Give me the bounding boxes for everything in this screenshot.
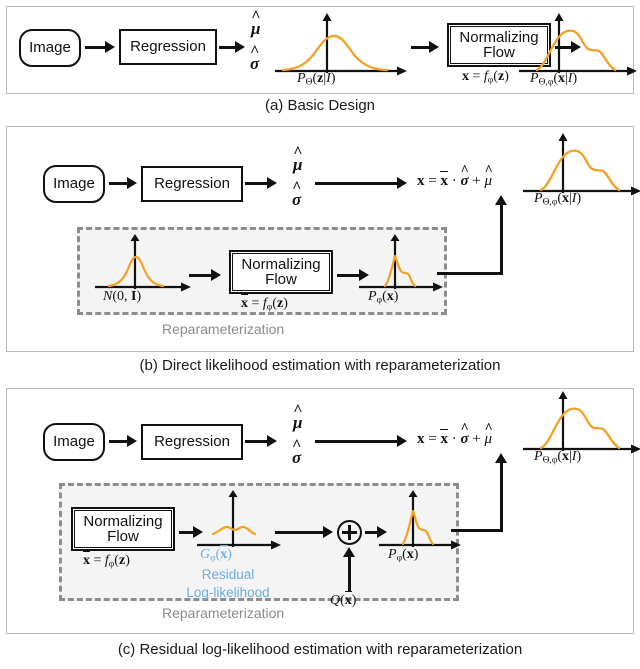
- label-reparam-equation-c: x = x · ^ σ + ^ μ: [417, 421, 493, 447]
- figure-canvas: Image Regression ^ μ ^ σ PΘ(z|I) Normali…: [0, 0, 640, 669]
- label-prior-normal-b: N(0, I): [103, 289, 142, 304]
- plot-curve-p-phi-xbar-c: [379, 490, 461, 550]
- arrowhead-regression-to-params-a: [235, 41, 245, 53]
- node-regression-b: Regression: [141, 166, 243, 202]
- arrow-plot-to-flow-a: [411, 46, 431, 49]
- label-sigma-hat-c: ^ σ: [292, 437, 302, 467]
- label-q-xbar-c: Q(x): [330, 590, 356, 609]
- node-regression-label-b: Regression: [154, 175, 230, 193]
- label-mu-hat-a: ^ μ: [251, 8, 261, 38]
- node-regression-c: Regression: [141, 424, 243, 460]
- label-mu-hat-b: ^ μ: [293, 144, 303, 174]
- label-flow-equation-b: x = fφ(z): [240, 293, 288, 313]
- label-plot-p-theta-phi-x-c: PΘ,φ(x|I): [534, 449, 582, 466]
- plot-p-theta-z-a: [275, 13, 407, 77]
- arrow-image-to-regression-b: [109, 182, 129, 185]
- arrowhead-params-to-reparam-b: [397, 177, 407, 189]
- arrowhead-g-to-plus-c: [323, 526, 333, 538]
- node-flow-label-line1-b: Normalizing: [241, 255, 321, 273]
- node-regression-label-c: Regression: [154, 433, 230, 451]
- plot-curve-p-theta-phi-x-b: [523, 133, 640, 196]
- arrow-prior-to-flow-b: [189, 274, 213, 277]
- arrowhead-image-to-regression-a: [105, 41, 115, 53]
- plot-p-phi-xbar-c: [379, 490, 463, 551]
- node-flow-label-line2-a: Flow: [483, 44, 515, 61]
- node-flow-label-line2-b: Flow: [265, 271, 297, 288]
- caption-panel-a: (a) Basic Design: [264, 97, 376, 114]
- arrowhead-plot-to-flow-a: [429, 41, 439, 53]
- arrow-image-to-regression-a: [85, 46, 107, 49]
- arrowhead-prior-to-flow-b: [211, 269, 221, 281]
- node-regression-a: Regression: [119, 29, 217, 65]
- arrowhead-regression-to-params-b: [267, 177, 277, 189]
- node-flow-label-line2-c: Flow: [107, 528, 139, 545]
- arrow-flow-to-pphi-b: [337, 274, 361, 277]
- label-plot-p-phi-xbar-b: Pφ(x): [368, 286, 398, 306]
- arrowhead-image-to-regression-c: [127, 435, 137, 447]
- panel-basic-design: Image Regression ^ μ ^ σ PΘ(z|I) Normali…: [6, 6, 637, 94]
- node-flow-label-line1-c: Normalizing: [83, 512, 163, 530]
- node-image-b: Image: [43, 165, 105, 203]
- plot-curve-p-theta-phi-x-c: [523, 391, 640, 454]
- arrowhead-regression-to-params-c: [267, 435, 277, 447]
- label-sigma-hat-b: ^ σ: [292, 179, 302, 209]
- node-image-label-b: Image: [53, 175, 95, 193]
- arrow-feedback-vertical-c: [500, 463, 503, 531]
- node-normalizing-flow-b: Normalizing Flow: [229, 250, 333, 294]
- label-residual-line2-c: Log-likelihood: [186, 585, 270, 600]
- arrow-regression-to-params-b: [245, 182, 269, 185]
- label-sigma-hat-a: ^ σ: [250, 43, 260, 73]
- arrow-q-vertical-c: [348, 557, 351, 591]
- plot-curve-p-phi-xbar-b: [359, 234, 443, 292]
- arrowhead-feedback-b: [495, 195, 507, 205]
- reparameterization-label-b: Reparameterization: [162, 321, 285, 337]
- node-image-a: Image: [19, 29, 81, 67]
- arrow-params-to-reparam-b: [315, 182, 399, 185]
- reparameterization-label-c: Reparameterization: [162, 605, 285, 621]
- node-image-label-a: Image: [29, 39, 71, 57]
- label-plot-p-theta-phi-x-a: PΘ,φ(x|I): [530, 71, 578, 88]
- arrow-params-to-reparam-c: [315, 440, 399, 443]
- plot-g-phi-xbar-c: [197, 490, 283, 551]
- arrow-regression-to-params-c: [245, 440, 269, 443]
- plot-p-theta-phi-x-c: [523, 391, 640, 455]
- arrow-feedback-vertical-b: [500, 205, 503, 275]
- node-normalizing-flow-c: Normalizing Flow: [71, 507, 175, 551]
- plot-curve-p-theta-z-a: [275, 13, 407, 76]
- plot-curve-g-phi-xbar-c: [197, 490, 281, 550]
- label-reparam-equation-b: x = x · ^ σ + ^ μ: [417, 163, 493, 189]
- arrowhead-feedback-c: [495, 453, 507, 463]
- plot-curve-p-theta-phi-x-a: [519, 13, 637, 76]
- arrowhead-q-c: [343, 547, 355, 557]
- plot-p-theta-phi-x-b: [523, 133, 640, 197]
- arrow-feedback-horizontal-c: [451, 529, 503, 532]
- node-image-label-c: Image: [53, 433, 95, 451]
- label-flow-equation-c: x = fφ(z): [82, 550, 130, 570]
- node-regression-label-a: Regression: [130, 38, 206, 56]
- label-g-phi-xbar-c: Gφ(x): [200, 544, 232, 564]
- panel-residual-log-likelihood: Image Regression ^ μ ^ σ x = x · ^ σ + ^ μ: [6, 388, 640, 634]
- label-mu-hat-c: ^ μ: [293, 402, 303, 432]
- label-flow-equation-a: x = fφ(z): [462, 69, 509, 86]
- arrow-g-to-plus-c: [275, 531, 325, 534]
- plus-operator-icon-c: [337, 520, 362, 545]
- arrowhead-image-to-regression-b: [127, 177, 137, 189]
- plot-curve-prior-normal-b: [95, 234, 191, 292]
- arrow-image-to-regression-c: [109, 440, 129, 443]
- caption-panel-c: (c) Residual log-likelihood estimation w…: [117, 641, 523, 658]
- label-plot-p-theta-phi-x-b: PΘ,φ(x|I): [534, 191, 582, 208]
- arrowhead-params-to-reparam-c: [397, 435, 407, 447]
- caption-panel-b: (b) Direct likelihood estimation with re…: [139, 357, 501, 374]
- plot-p-phi-xbar-b: [359, 234, 445, 293]
- plot-p-theta-phi-x-a: [519, 13, 637, 77]
- panel-direct-likelihood: Image Regression ^ μ ^ σ x = x · ^ σ + ^ μ: [6, 126, 640, 352]
- label-residual-line1-c: Residual: [201, 567, 255, 582]
- label-plot-p-phi-xbar-c: Pφ(x): [388, 544, 418, 564]
- label-plot-p-theta-z-a: PΘ(z|I): [297, 71, 336, 88]
- plot-prior-normal-b: [95, 234, 191, 293]
- node-image-c: Image: [43, 423, 105, 461]
- arrow-feedback-horizontal-b: [437, 272, 503, 275]
